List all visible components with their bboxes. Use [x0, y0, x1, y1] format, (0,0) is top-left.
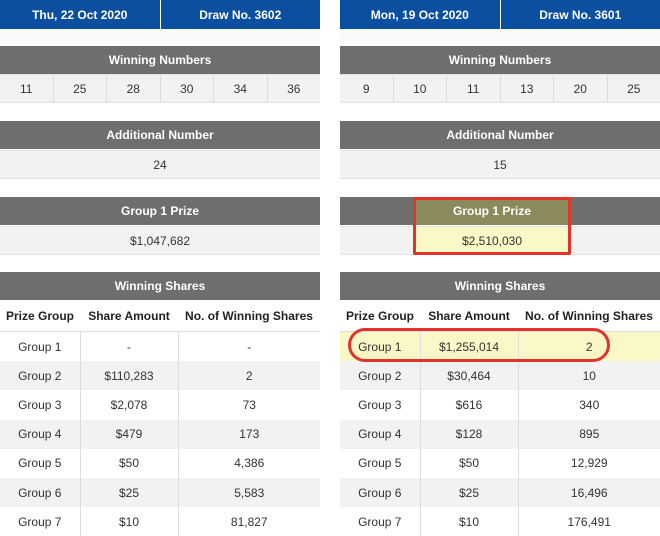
table-row: Group 5 $50 4,386	[0, 449, 320, 478]
prize-group: Group 3	[0, 390, 80, 419]
winning-number: 11	[0, 75, 53, 102]
group1-prize-amount: $1,047,682	[0, 227, 320, 254]
winning-number: 25	[53, 75, 107, 102]
table-header-row: Prize Group Share Amount No. of Winning …	[0, 301, 320, 332]
winning-shares-count: 2	[178, 361, 320, 390]
column-header: Share Amount	[80, 301, 178, 332]
draw-number: Draw No. 3602	[160, 0, 321, 29]
share-amount: $10	[80, 507, 178, 536]
table-row: Group 3 $616 340	[340, 390, 660, 419]
winning-number: 25	[607, 75, 660, 102]
table-row: Group 4 $128 895	[340, 420, 660, 449]
group1-prize-row: $1,047,682	[0, 226, 320, 255]
share-amount: $10	[420, 507, 518, 536]
column-header: No. of Winning Shares	[178, 301, 320, 332]
prize-group: Group 1	[0, 332, 80, 362]
share-amount: $616	[420, 390, 518, 419]
share-amount: $2,078	[80, 390, 178, 419]
prize-group: Group 3	[340, 390, 420, 419]
winning-shares-count: 73	[178, 390, 320, 419]
table-row: Group 3 $2,078 73	[0, 390, 320, 419]
winning-shares-count: 895	[518, 420, 660, 449]
winning-number: 30	[160, 75, 214, 102]
share-amount: $128	[420, 420, 518, 449]
additional-number-heading: Additional Number	[0, 121, 320, 149]
winning-shares-count: 16,496	[518, 478, 660, 507]
winning-number: 10	[393, 75, 447, 102]
share-amount: $479	[80, 420, 178, 449]
winning-shares-count: 176,491	[518, 507, 660, 536]
annotation-rectangle	[413, 197, 571, 255]
draw-number: Draw No. 3601	[500, 0, 660, 29]
draw-date: Mon, 19 Oct 2020	[340, 0, 500, 29]
winning-number: 34	[213, 75, 267, 102]
prize-group: Group 5	[0, 449, 80, 478]
share-amount: $25	[420, 478, 518, 507]
winning-numbers-heading: Winning Numbers	[0, 46, 320, 74]
additional-number-heading: Additional Number	[340, 121, 660, 149]
table-row: Group 2 $30,464 10	[340, 361, 660, 390]
winning-shares-table: Prize Group Share Amount No. of Winning …	[0, 301, 320, 536]
winning-number: 9	[340, 75, 393, 102]
winning-shares-count: 4,386	[178, 449, 320, 478]
share-amount: $30,464	[420, 361, 518, 390]
winning-shares-heading: Winning Shares	[0, 272, 320, 300]
table-row: Group 6 $25 5,583	[0, 478, 320, 507]
table-row: Group 5 $50 12,929	[340, 449, 660, 478]
table-row: Group 7 $10 176,491	[340, 507, 660, 536]
share-amount: $50	[420, 449, 518, 478]
winning-shares-count: -	[178, 332, 320, 362]
prize-group: Group 7	[0, 507, 80, 536]
column-header: Prize Group	[340, 301, 420, 332]
share-amount: -	[80, 332, 178, 362]
prize-group: Group 4	[0, 420, 80, 449]
winning-number: 20	[553, 75, 607, 102]
spacer	[0, 29, 320, 45]
share-amount: $110,283	[80, 361, 178, 390]
table-row: Group 1 - -	[0, 332, 320, 362]
prize-group: Group 2	[0, 361, 80, 390]
winning-shares-count: 81,827	[178, 507, 320, 536]
winning-shares-count: 5,583	[178, 478, 320, 507]
prize-group: Group 6	[0, 478, 80, 507]
winning-shares-count: 173	[178, 420, 320, 449]
table-row: Group 7 $10 81,827	[0, 507, 320, 536]
table-row: Group 6 $25 16,496	[340, 478, 660, 507]
annotation-pill	[348, 328, 610, 362]
table-row: Group 4 $479 173	[0, 420, 320, 449]
column-header: Share Amount	[420, 301, 518, 332]
prize-group: Group 7	[340, 507, 420, 536]
column-header: Prize Group	[0, 301, 80, 332]
prize-group: Group 6	[340, 478, 420, 507]
prize-group: Group 4	[340, 420, 420, 449]
winning-shares-count: 340	[518, 390, 660, 419]
table-row: Group 2 $110,283 2	[0, 361, 320, 390]
winning-number: 28	[106, 75, 160, 102]
prize-group: Group 5	[340, 449, 420, 478]
table-header-row: Prize Group Share Amount No. of Winning …	[340, 301, 660, 332]
share-amount: $25	[80, 478, 178, 507]
share-amount: $50	[80, 449, 178, 478]
draw-header: Thu, 22 Oct 2020 Draw No. 3602	[0, 0, 320, 29]
winning-numbers-row: 11 25 28 30 34 36	[0, 74, 320, 103]
additional-number-row: 15	[340, 150, 660, 179]
column-header: No. of Winning Shares	[518, 301, 660, 332]
additional-number: 24	[0, 151, 320, 178]
winning-numbers-row: 9 10 11 13 20 25	[340, 74, 660, 103]
additional-number: 15	[340, 151, 660, 178]
group1-prize-heading: Group 1 Prize	[0, 197, 320, 225]
spacer	[340, 29, 660, 45]
draw-date: Thu, 22 Oct 2020	[0, 0, 160, 29]
winning-shares-heading: Winning Shares	[340, 272, 660, 300]
winning-number: 11	[446, 75, 500, 102]
winning-number: 13	[500, 75, 554, 102]
draw-header: Mon, 19 Oct 2020 Draw No. 3601	[340, 0, 660, 29]
winning-numbers-heading: Winning Numbers	[340, 46, 660, 74]
additional-number-row: 24	[0, 150, 320, 179]
winning-number: 36	[267, 75, 321, 102]
winning-shares-count: 10	[518, 361, 660, 390]
winning-shares-count: 12,929	[518, 449, 660, 478]
prize-group: Group 2	[340, 361, 420, 390]
